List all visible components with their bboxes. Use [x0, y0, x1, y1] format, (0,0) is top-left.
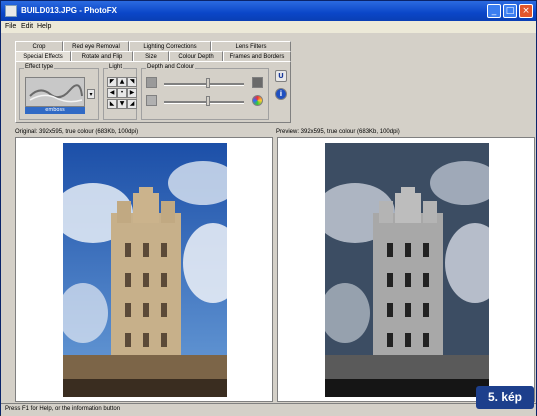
effect-preview-thumbnail[interactable] — [25, 77, 85, 107]
window-title: BUILD013.JPG - PhotoFX — [21, 6, 118, 15]
tab-lighting-corrections[interactable]: Lighting Corrections — [129, 41, 211, 51]
original-photo — [63, 143, 227, 397]
light-bottom-icon[interactable]: ▼ — [117, 99, 127, 109]
info-icon[interactable]: i — [275, 88, 287, 100]
preview-caption: Preview: 392x595, true colour (683Kb, 10… — [276, 129, 400, 135]
original-image-frame[interactable] — [15, 137, 273, 402]
effect-type-group: Effect type emboss ▾ — [19, 64, 99, 120]
cathedral-tower-emboss-image — [325, 143, 489, 397]
emboss-preview-icon — [26, 78, 84, 106]
tab-strip: Crop Red eye Removal Lighting Correction… — [15, 39, 291, 63]
figure-badge: 5. kép — [476, 386, 534, 409]
title-bar[interactable]: BUILD013.JPG - PhotoFX _ □ × — [1, 1, 536, 21]
colour-icon — [146, 95, 157, 106]
preview-photo — [325, 143, 489, 397]
app-window: BUILD013.JPG - PhotoFX _ □ × File Edit H… — [0, 0, 537, 416]
effect-selected-label[interactable]: emboss — [25, 107, 85, 114]
maximize-button[interactable]: □ — [503, 4, 517, 18]
undo-icon[interactable]: U — [275, 70, 287, 82]
cathedral-tower-image — [63, 143, 227, 397]
effect-dropdown-arrow-icon[interactable]: ▾ — [87, 89, 95, 99]
colour-slider-thumb[interactable] — [206, 96, 210, 106]
menu-bar: File Edit Help — [1, 21, 536, 33]
depth-slider-track[interactable] — [164, 83, 244, 86]
depth-slider-thumb[interactable] — [206, 78, 210, 88]
menu-edit[interactable]: Edit — [21, 23, 33, 30]
depth-icon — [146, 77, 157, 88]
light-top-left-icon[interactable]: ◤ — [107, 77, 117, 87]
colour-slider-track[interactable] — [164, 101, 244, 104]
app-icon[interactable] — [5, 5, 17, 17]
special-effects-panel: Effect type emboss ▾ Light ◤ ▲ ◥ ◀ • ▶ ◣… — [15, 61, 291, 123]
tab-red-eye-removal[interactable]: Red eye Removal — [63, 41, 129, 51]
depth-and-colour-group: Depth and Colour — [141, 64, 269, 120]
minimize-button[interactable]: _ — [487, 4, 501, 18]
tab-colour-depth[interactable]: Colour Depth — [169, 51, 223, 61]
tab-special-effects[interactable]: Special Effects — [15, 51, 71, 61]
light-top-right-icon[interactable]: ◥ — [127, 77, 137, 87]
status-bar: Press F1 for Help, or the information bu… — [1, 403, 536, 416]
preview-image-frame[interactable] — [277, 137, 535, 402]
light-bottom-right-icon[interactable]: ◢ — [127, 99, 137, 109]
close-button[interactable]: × — [519, 4, 533, 18]
light-group: Light ◤ ▲ ◥ ◀ • ▶ ◣ ▼ ◢ — [103, 64, 137, 120]
tab-size[interactable]: Size — [133, 51, 169, 61]
tab-crop[interactable]: Crop — [15, 41, 63, 51]
depth-and-colour-label: Depth and Colour — [146, 64, 196, 70]
light-center-icon[interactable]: • — [117, 88, 127, 98]
light-label: Light — [108, 64, 124, 70]
status-text: Press F1 for Help, or the information bu… — [5, 406, 121, 412]
original-caption: Original: 392x595, true colour (683Kb, 1… — [15, 129, 139, 135]
tab-lens-filters[interactable]: Lens Filters — [211, 41, 291, 51]
light-left-icon[interactable]: ◀ — [107, 88, 117, 98]
menu-file[interactable]: File — [5, 23, 16, 30]
light-bottom-left-icon[interactable]: ◣ — [107, 99, 117, 109]
depth-reset-icon[interactable] — [252, 77, 263, 88]
tab-rotate-and-flip[interactable]: Rotate and Flip — [71, 51, 133, 61]
menu-help[interactable]: Help — [37, 23, 51, 30]
colour-wheel-icon[interactable] — [252, 95, 263, 106]
light-right-icon[interactable]: ▶ — [127, 88, 137, 98]
tab-frames-and-borders[interactable]: Frames and Borders — [223, 51, 291, 61]
effect-type-label: Effect type — [24, 64, 55, 70]
light-top-icon[interactable]: ▲ — [117, 77, 127, 87]
